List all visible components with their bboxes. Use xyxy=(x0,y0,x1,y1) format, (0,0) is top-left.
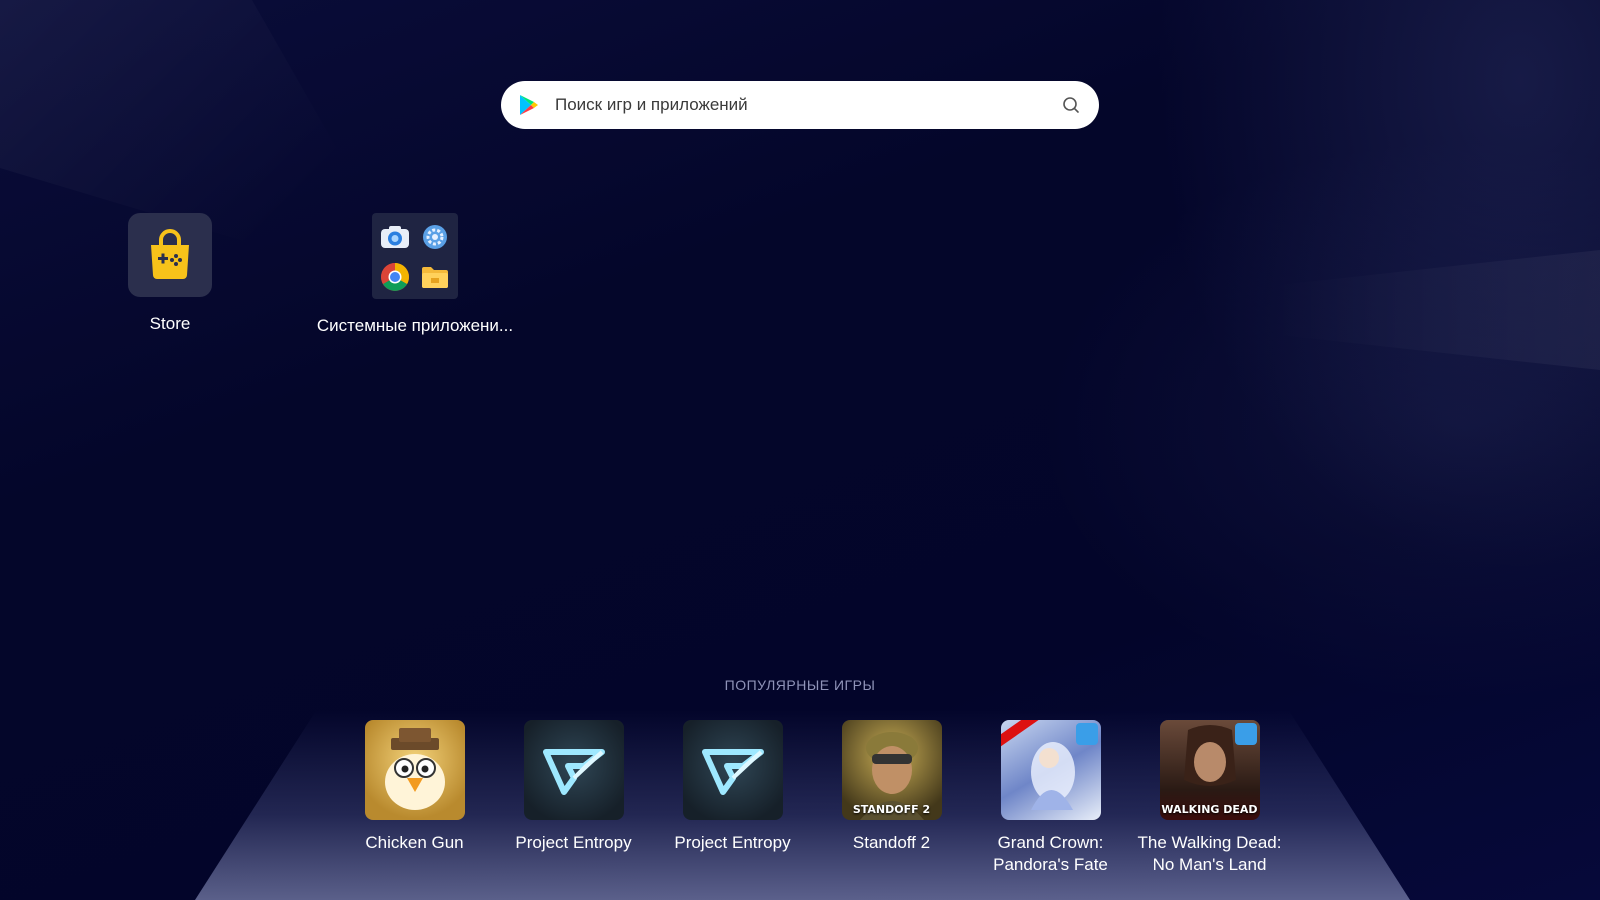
chrome-icon xyxy=(377,259,413,295)
game-item-standoff-2[interactable]: STANDOFF 2 Standoff 2 xyxy=(812,720,971,876)
popular-games-list: Chicken Gun Project Entropy Project Entr… xyxy=(335,720,1289,876)
game-name: Project Entropy xyxy=(515,833,632,852)
project-entropy-cover[interactable] xyxy=(682,720,783,820)
store-label: Store xyxy=(149,314,191,333)
walking-dead-cover[interactable]: WALKING DEAD xyxy=(1159,720,1260,820)
store-shortcut[interactable]: Store xyxy=(110,213,230,334)
game-name: The Walking Dead: No Man's Land xyxy=(1137,833,1282,874)
grand-crown-cover[interactable] xyxy=(1000,720,1101,820)
play-store-icon xyxy=(520,95,538,115)
chicken-gun-cover[interactable] xyxy=(364,720,465,820)
standoff-2-cover-text: STANDOFF 2 xyxy=(852,803,931,816)
standoff-2-cover[interactable]: STANDOFF 2 xyxy=(841,720,942,820)
system-apps-tile[interactable] xyxy=(372,213,458,299)
game-name: Chicken Gun xyxy=(365,833,464,852)
search-bar[interactable] xyxy=(501,81,1099,129)
store-bag-gamepad-icon xyxy=(151,229,189,279)
camera-icon xyxy=(377,219,413,255)
game-item-grand-crown[interactable]: Grand Crown: Pandora's Fate xyxy=(971,720,1130,876)
system-apps-label: Системные приложени... xyxy=(316,316,514,335)
game-name: Project Entropy xyxy=(674,833,791,852)
game-name: Grand Crown: Pandora's Fate xyxy=(993,833,1108,874)
game-item-walking-dead[interactable]: WALKING DEAD The Walking Dead: No Man's … xyxy=(1130,720,1289,876)
project-entropy-logo xyxy=(701,749,764,795)
game-item-chicken-gun[interactable]: Chicken Gun xyxy=(335,720,494,876)
chicken-gun-art xyxy=(384,728,445,810)
promo-badge-icon xyxy=(1075,723,1098,745)
promo-badge-icon xyxy=(1234,723,1257,745)
game-item-project-entropy[interactable]: Project Entropy xyxy=(494,720,653,876)
store-tile[interactable] xyxy=(128,213,212,297)
settings-icon xyxy=(417,219,453,255)
game-item-project-entropy[interactable]: Project Entropy xyxy=(653,720,812,876)
project-entropy-cover[interactable] xyxy=(523,720,624,820)
folder-icon xyxy=(417,259,453,295)
search-input[interactable] xyxy=(553,94,1061,116)
search-icon[interactable] xyxy=(1061,95,1081,115)
walking-dead-cover-text: WALKING DEAD xyxy=(1161,803,1258,816)
project-entropy-logo xyxy=(542,749,605,795)
game-name: Standoff 2 xyxy=(852,833,931,852)
popular-games-title: ПОПУЛЯРНЫЕ ИГРЫ xyxy=(724,677,876,693)
system-apps-folder[interactable]: Системные приложени... xyxy=(316,213,514,336)
